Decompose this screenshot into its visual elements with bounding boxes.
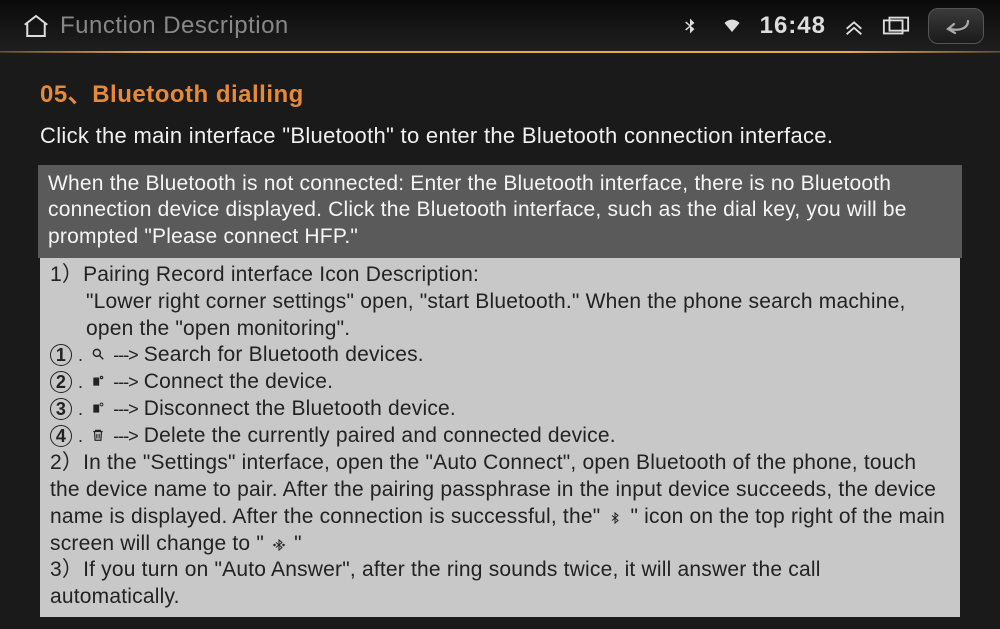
- list-item: "Lower right corner settings" open, "sta…: [50, 289, 950, 343]
- icon-description: Disconnect the Bluetooth device.: [144, 396, 456, 423]
- recent-apps-icon[interactable]: [882, 12, 910, 40]
- clock: 16:48: [760, 12, 826, 40]
- header-bar: Function Description 16:48: [0, 0, 1000, 52]
- bluetooth-icon: [676, 12, 704, 40]
- circled-number-4: 4: [50, 425, 72, 447]
- section-intro: Click the main interface "Bluetooth" to …: [40, 123, 960, 149]
- search-icon: [89, 345, 107, 363]
- content-area: 05、Bluetooth dialling Click the main int…: [0, 52, 1000, 629]
- list-item: 2）In the "Settings" interface, open the …: [50, 450, 950, 558]
- home-icon[interactable]: [16, 6, 56, 46]
- circled-number-3: 3: [50, 398, 72, 420]
- status-tray: 16:48: [676, 8, 984, 44]
- back-button[interactable]: [928, 8, 984, 44]
- icon-description: Connect the device.: [144, 369, 333, 396]
- wifi-icon: [718, 12, 746, 40]
- page-title: Function Description: [60, 12, 289, 40]
- bluetooth-connected-icon: [270, 536, 288, 554]
- list-item: 2. ---> Connect the device.: [50, 369, 950, 396]
- section-title: 05、Bluetooth dialling: [40, 74, 960, 109]
- list-item: 1）Pairing Record interface Icon Descript…: [50, 262, 950, 289]
- icon-description: Search for Bluetooth devices.: [144, 342, 424, 369]
- list-item: 4. ---> Delete the currently paired and …: [50, 423, 950, 450]
- description-list: 1）Pairing Record interface Icon Descript…: [40, 258, 960, 617]
- chevron-up-icon[interactable]: [840, 12, 868, 40]
- bluetooth-icon: [606, 509, 624, 527]
- circled-number-1: 1: [50, 344, 72, 366]
- note-box: When the Bluetooth is not connected: Ent…: [38, 165, 962, 258]
- list-item: 3. ---> Disconnect the Bluetooth device.: [50, 396, 950, 423]
- list-item: 3）If you turn on "Auto Answer", after th…: [50, 557, 950, 611]
- delete-icon: [89, 426, 107, 444]
- icon-description: Delete the currently paired and connecte…: [144, 423, 616, 450]
- list-item: 1. ---> Search for Bluetooth devices.: [50, 342, 950, 369]
- circled-number-2: 2: [50, 371, 72, 393]
- connect-icon: [89, 372, 107, 390]
- disconnect-icon: [89, 399, 107, 417]
